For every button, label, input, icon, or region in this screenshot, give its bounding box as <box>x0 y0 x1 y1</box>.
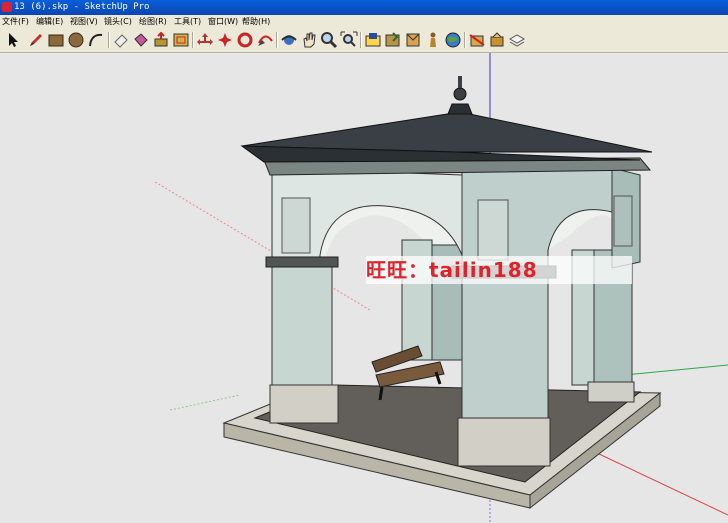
model-viewport[interactable]: 旺旺：tailin188 <box>0 53 728 523</box>
menu-edit[interactable]: 编辑(E) <box>36 15 63 28</box>
window-title: 13 (6).skp - SketchUp Pro <box>14 2 150 12</box>
scale-icon[interactable] <box>256 31 274 49</box>
warehouse-icon[interactable] <box>364 31 382 49</box>
watermark-text: 旺旺：tailin188 <box>366 256 632 284</box>
offset-icon[interactable] <box>172 31 190 49</box>
section-icon[interactable] <box>468 31 486 49</box>
toolbar-separator <box>276 32 278 48</box>
menu-file[interactable]: 文件(F) <box>2 15 29 28</box>
eraser-icon[interactable] <box>112 31 130 49</box>
menu-bar: 文件(F) 编辑(E) 视图(V) 镜头(C) 绘图(R) 工具(T) 窗口(W… <box>0 15 728 28</box>
menu-help[interactable]: 帮助(H) <box>242 15 270 28</box>
style-icon[interactable] <box>488 31 506 49</box>
toolbar-separator <box>464 32 466 48</box>
rectangle-icon[interactable] <box>47 31 65 49</box>
layer-icon[interactable] <box>508 31 526 49</box>
select-tool-icon[interactable] <box>4 31 22 49</box>
arc-icon[interactable] <box>87 31 105 49</box>
rotate-icon[interactable] <box>216 31 234 49</box>
push-pull-icon[interactable] <box>152 31 170 49</box>
toolbar-separator <box>108 32 110 48</box>
paint-bucket-icon[interactable] <box>132 31 150 49</box>
orbit-icon[interactable] <box>280 31 298 49</box>
sketchup-app-icon <box>2 2 12 12</box>
green-axis <box>624 364 728 376</box>
menu-camera[interactable]: 镜头(C) <box>104 15 132 28</box>
component-icon[interactable] <box>404 31 422 49</box>
pencil-icon[interactable] <box>27 31 45 49</box>
main-toolbar <box>0 28 728 53</box>
menu-window[interactable]: 窗口(W) <box>208 15 238 28</box>
red-axis-positive <box>579 444 728 516</box>
figure-icon[interactable] <box>424 31 442 49</box>
pan-hand-icon[interactable] <box>300 31 318 49</box>
circle-icon[interactable] <box>67 31 85 49</box>
menu-draw[interactable]: 绘图(R) <box>139 15 167 28</box>
pavilion-3d-model <box>154 53 728 523</box>
title-bar: 13 (6).skp - SketchUp Pro <box>0 0 728 15</box>
menu-tools[interactable]: 工具(T) <box>174 15 201 28</box>
globe-icon[interactable] <box>444 31 462 49</box>
toolbar-separator <box>360 32 362 48</box>
move-icon[interactable] <box>196 31 214 49</box>
zoom-icon[interactable] <box>320 31 338 49</box>
zoom-extents-icon[interactable] <box>340 31 358 49</box>
share-model-icon[interactable] <box>384 31 402 49</box>
toolbar-separator <box>192 32 194 48</box>
menu-view[interactable]: 视图(V) <box>70 15 98 28</box>
follow-me-icon[interactable] <box>236 31 254 49</box>
